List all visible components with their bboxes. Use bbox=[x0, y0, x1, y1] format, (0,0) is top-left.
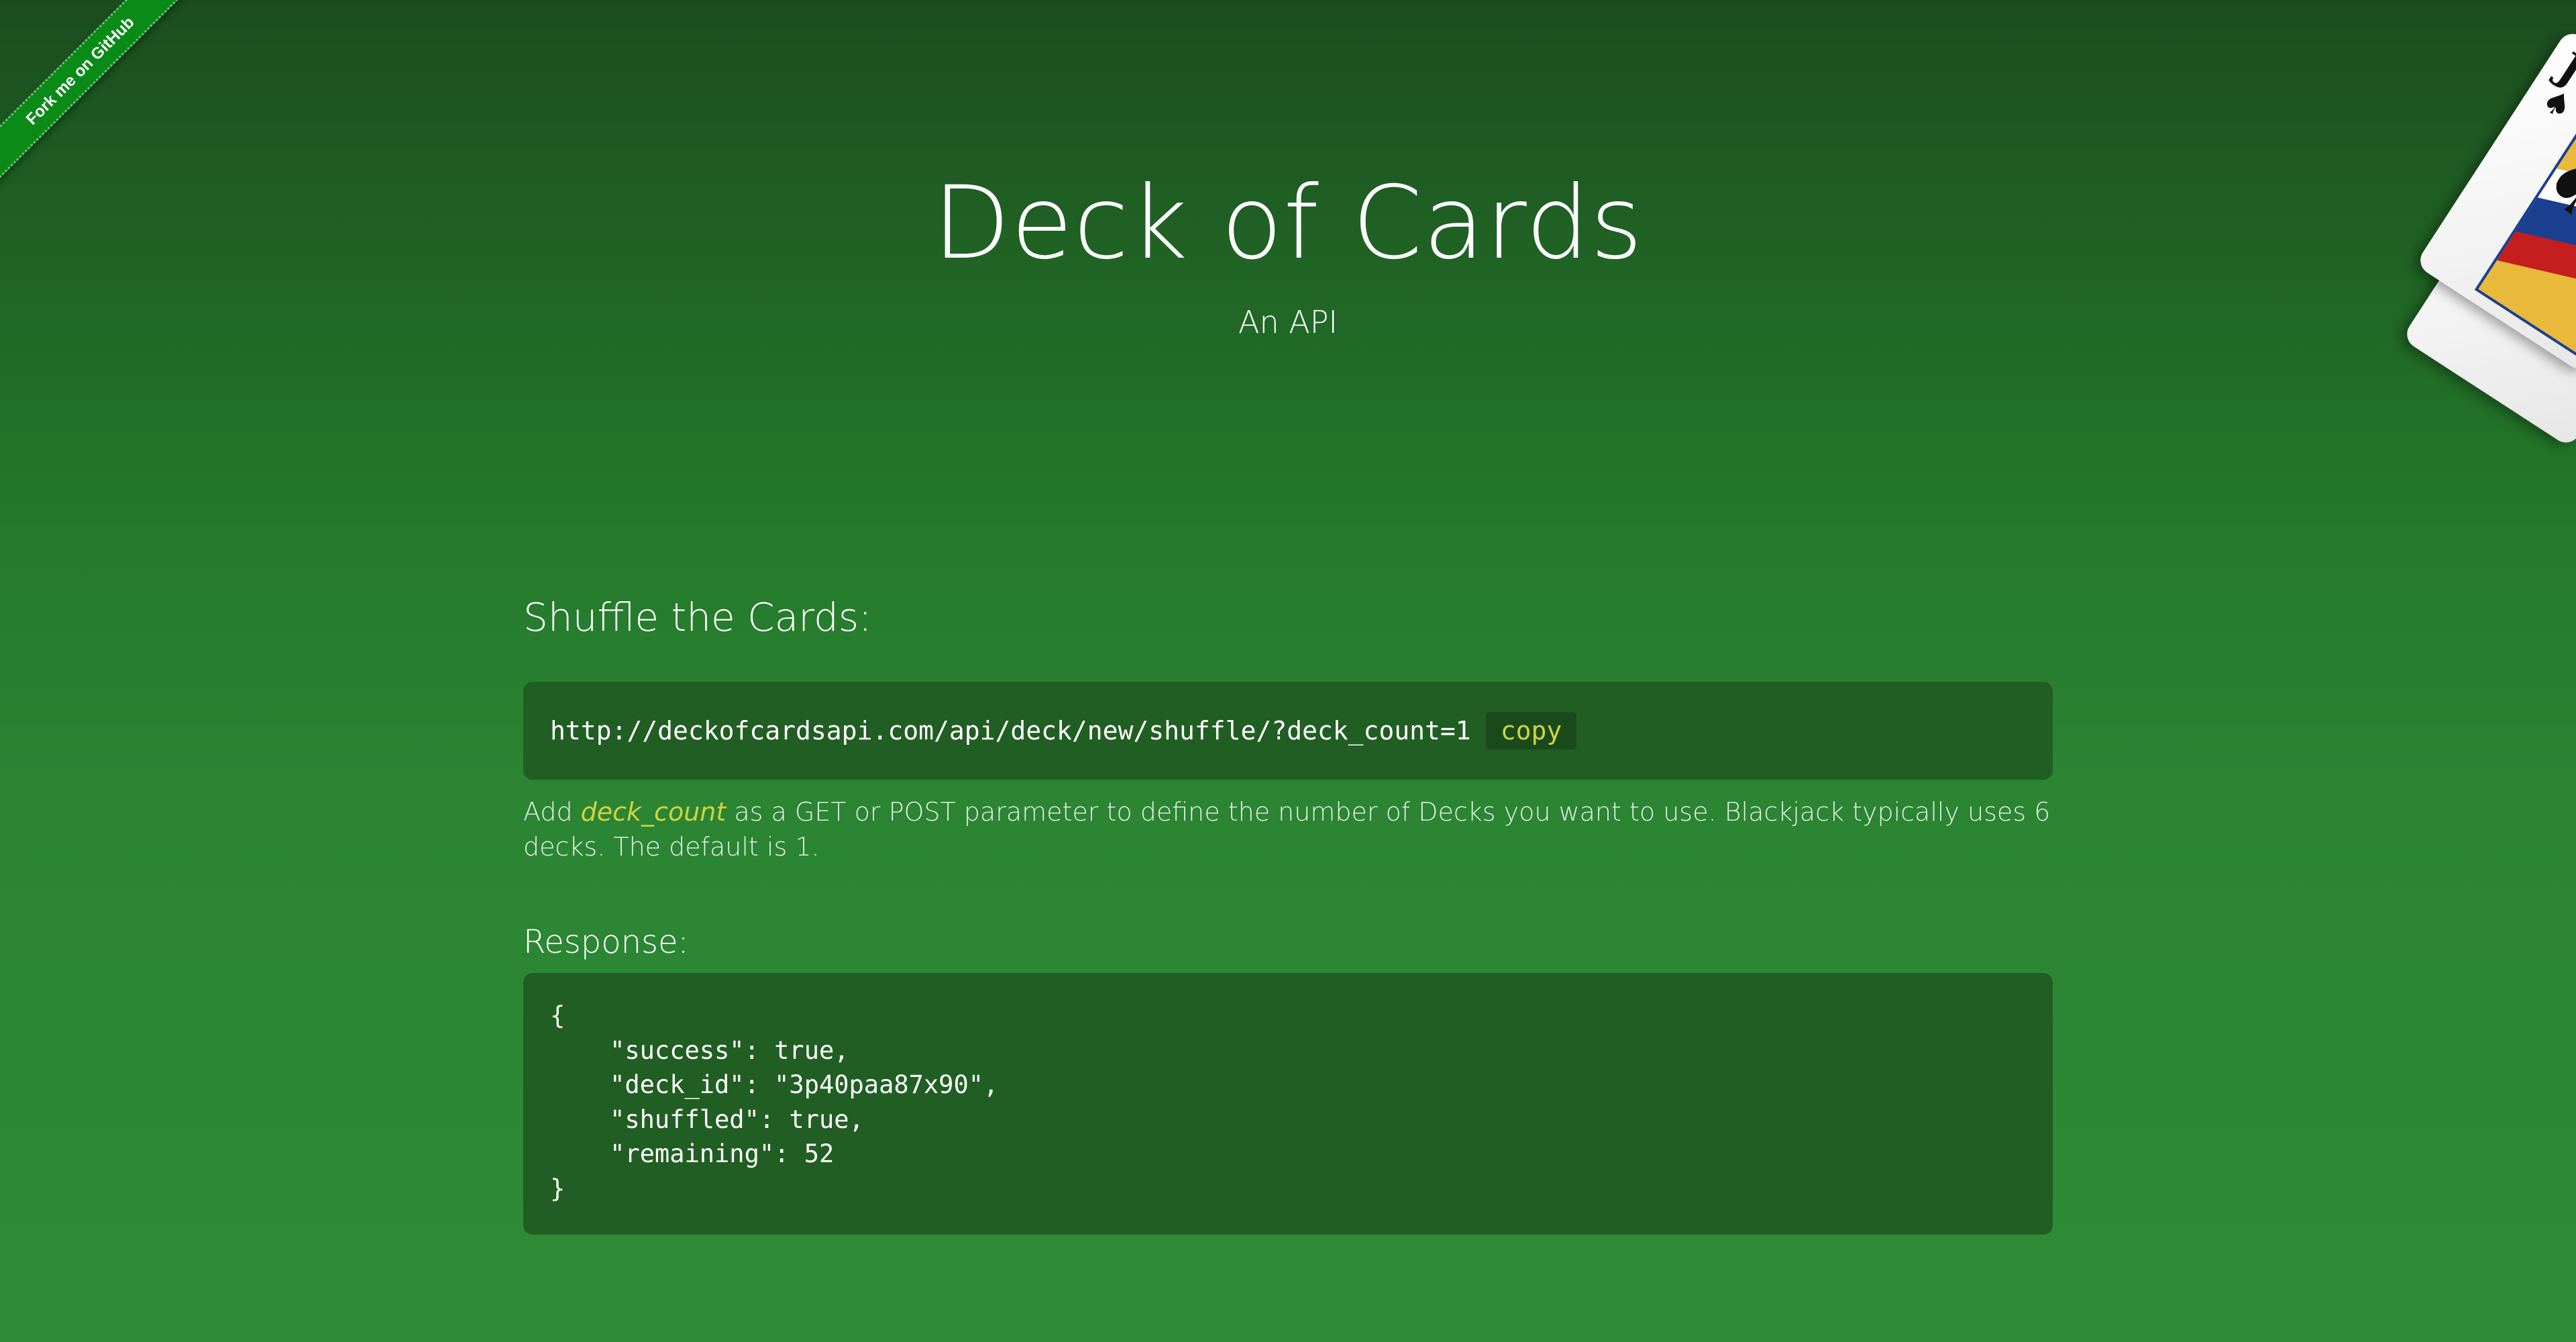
page-subtitle: An API bbox=[1238, 304, 1338, 340]
code-line: "shuffled": true, bbox=[550, 1104, 864, 1134]
copy-button[interactable]: copy bbox=[1485, 712, 1577, 750]
shuffle-url-box: http://deckofcardsapi.com/api/deck/new/s… bbox=[523, 682, 2053, 780]
page-title: Deck of Cards bbox=[932, 165, 1644, 282]
shuffle-description: Add deck_count as a GET or POST paramete… bbox=[523, 794, 2053, 864]
code-line: "success": true, bbox=[550, 1035, 849, 1065]
shuffle-heading: Shuffle the Cards: bbox=[523, 595, 872, 640]
code-line: "deck_id": "3p40paa87x90", bbox=[550, 1070, 999, 1099]
main-content: Shuffle the Cards: http://deckofcardsapi… bbox=[523, 590, 2053, 1235]
code-line: "remaining": 52 bbox=[550, 1139, 835, 1168]
spade-icon: ♠ bbox=[2534, 81, 2576, 128]
response-heading: Response: bbox=[523, 923, 689, 961]
code-line: { bbox=[550, 1001, 566, 1030]
deck-count-param: deck_count bbox=[580, 797, 727, 827]
desc-text-before: Add bbox=[523, 797, 581, 827]
shuffle-url[interactable]: http://deckofcardsapi.com/api/deck/new/s… bbox=[550, 716, 1471, 745]
response-code-block: { "success": true, "deck_id": "3p40paa87… bbox=[523, 973, 2053, 1235]
desc-text-after: as a GET or POST parameter to define the… bbox=[523, 797, 2051, 862]
code-line: } bbox=[550, 1174, 566, 1203]
